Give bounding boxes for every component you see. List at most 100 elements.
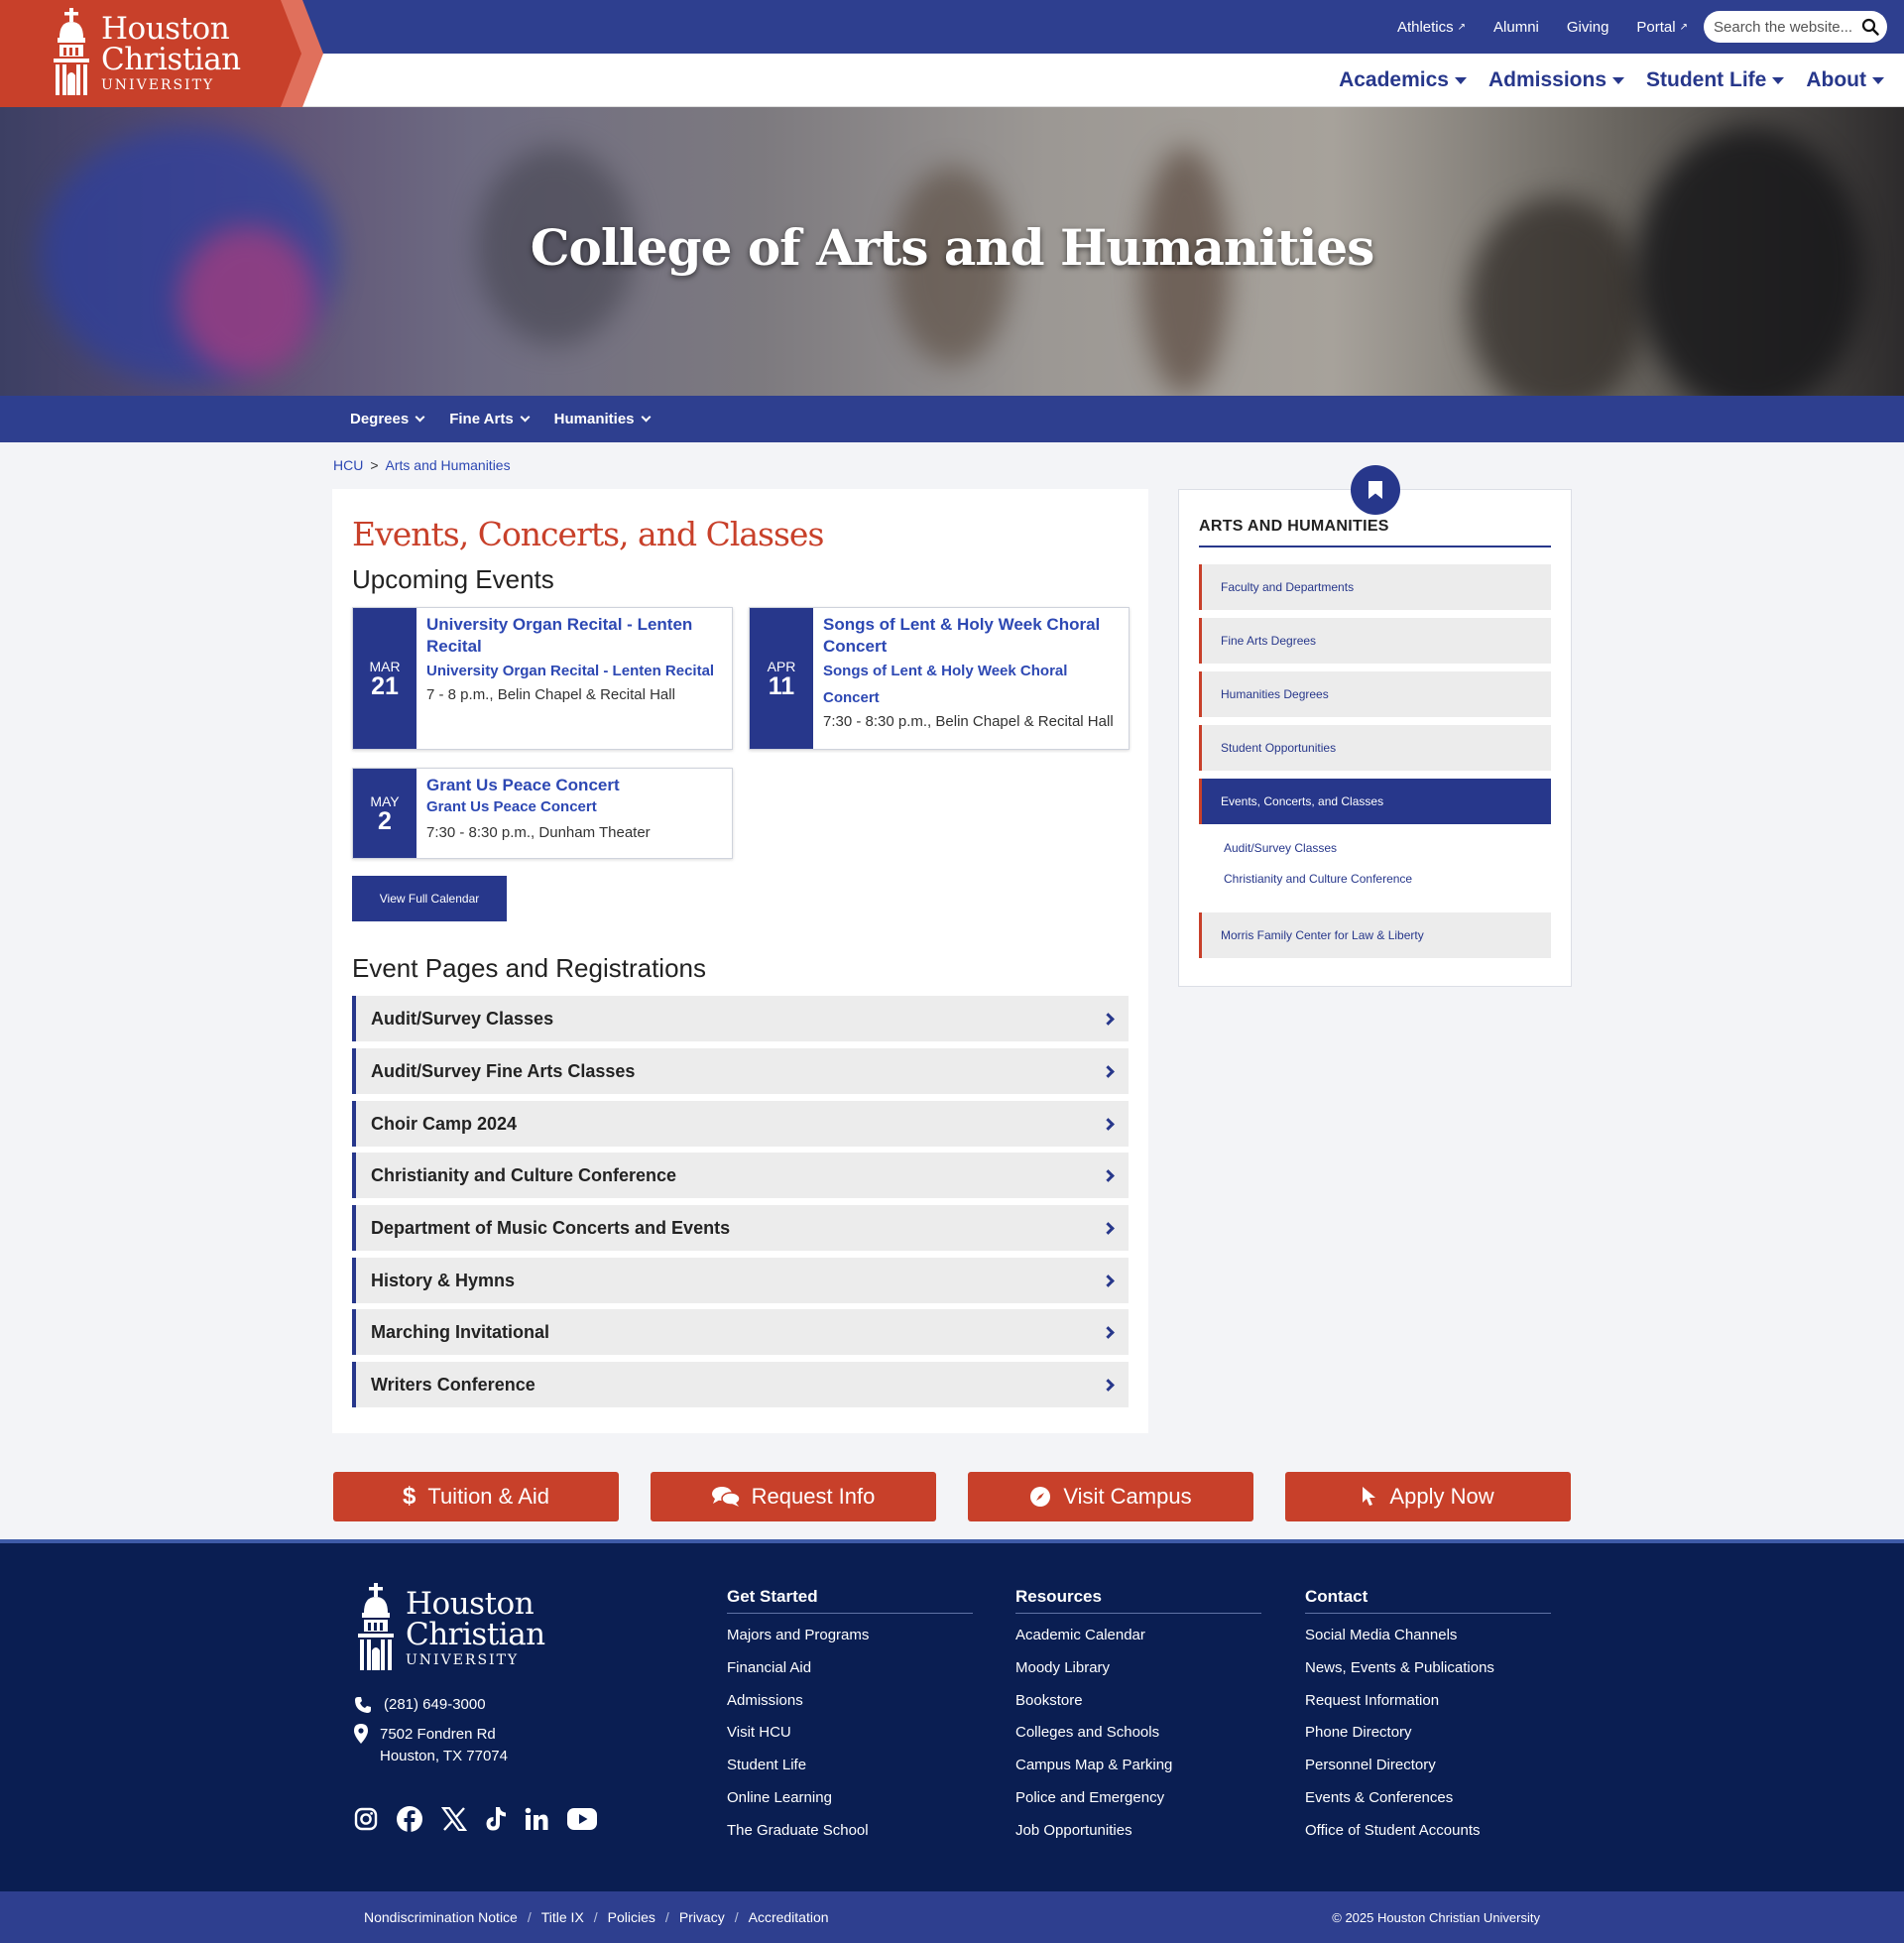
tuition-aid-button[interactable]: $ Tuition & Aid — [333, 1472, 619, 1521]
footer-col-heading: Contact — [1305, 1587, 1551, 1614]
subnav-fine-arts[interactable]: Fine Arts — [449, 411, 531, 427]
footer-link[interactable]: Office of Student Accounts — [1305, 1815, 1551, 1848]
chevron-down-icon — [415, 412, 425, 423]
visit-campus-button[interactable]: Visit Campus — [968, 1472, 1253, 1521]
footer-link[interactable]: Campus Map & Parking — [1015, 1750, 1261, 1782]
footer-link[interactable]: News, Events & Publications — [1305, 1652, 1551, 1685]
breadcrumb: HCU > Arts and Humanities — [333, 457, 511, 473]
footer-link[interactable]: Academic Calendar — [1015, 1620, 1261, 1652]
footer-col-get-started: Get Started Majors and Programs Financia… — [727, 1587, 973, 1848]
event-subtitle[interactable]: Songs of Lent & Holy Week Choral Concert — [823, 658, 1119, 711]
view-full-calendar-button[interactable]: View Full Calendar — [352, 876, 507, 921]
footer-link[interactable]: Police and Emergency — [1015, 1782, 1261, 1815]
site-logo[interactable]: Houston Christian UNIVERSITY — [0, 0, 327, 107]
accordion-item[interactable]: History & Hymns — [352, 1258, 1129, 1303]
instagram-icon[interactable] — [354, 1807, 378, 1831]
footer-link[interactable]: Social Media Channels — [1305, 1620, 1551, 1652]
event-title[interactable]: Grant Us Peace Concert — [426, 775, 722, 796]
search-input[interactable] — [1714, 18, 1852, 36]
facebook-icon[interactable] — [396, 1805, 423, 1833]
privacy-link[interactable]: Privacy — [679, 1909, 725, 1925]
x-icon[interactable] — [441, 1807, 467, 1831]
footer-link[interactable]: Online Learning — [727, 1782, 973, 1815]
nav-about[interactable]: About — [1806, 68, 1884, 92]
accordion-item[interactable]: Audit/Survey Classes — [352, 996, 1129, 1041]
caret-down-icon — [1872, 76, 1884, 84]
chevron-down-icon — [641, 412, 651, 423]
footer-link[interactable]: Student Life — [727, 1750, 973, 1782]
linkedin-icon[interactable] — [525, 1807, 548, 1831]
event-card[interactable]: MAR 21 University Organ Recital - Lenten… — [352, 607, 733, 750]
footer-link[interactable]: Request Information — [1305, 1685, 1551, 1718]
giving-link[interactable]: Giving — [1567, 19, 1609, 36]
footer-link[interactable]: Moody Library — [1015, 1652, 1261, 1685]
sidebar-item-events[interactable]: Events, Concerts, and Classes — [1199, 779, 1551, 824]
event-subtitle[interactable]: Grant Us Peace Concert — [426, 796, 722, 818]
sidebar-subitem-audit[interactable]: Audit/Survey Classes — [1224, 841, 1337, 855]
accordion-item[interactable]: Christianity and Culture Conference — [352, 1153, 1129, 1198]
apply-now-button[interactable]: Apply Now — [1285, 1472, 1571, 1521]
event-title[interactable]: University Organ Recital - Lenten Recita… — [426, 614, 722, 658]
athletics-link[interactable]: Athletics ↗ — [1397, 19, 1466, 36]
sidebar-item-faculty[interactable]: Faculty and Departments — [1199, 564, 1551, 610]
subnav-degrees[interactable]: Degrees — [350, 411, 425, 427]
legal-bar: Nondiscrimination Notice / Title IX / Po… — [0, 1891, 1904, 1943]
sidebar-item-morris-center[interactable]: Morris Family Center for Law & Liberty — [1199, 912, 1551, 958]
copyright: © 2025 Houston Christian University — [1332, 1909, 1540, 1925]
breadcrumb-home[interactable]: HCU — [333, 457, 363, 473]
accreditation-link[interactable]: Accreditation — [749, 1909, 829, 1925]
accordion-item[interactable]: Marching Invitational — [352, 1309, 1129, 1355]
accordion-item[interactable]: Audit/Survey Fine Arts Classes — [352, 1048, 1129, 1094]
tiktok-icon[interactable] — [485, 1806, 507, 1832]
footer-link[interactable]: The Graduate School — [727, 1815, 973, 1848]
footer-link[interactable]: Colleges and Schools — [1015, 1717, 1261, 1750]
external-link-icon: ↗ — [1679, 21, 1688, 33]
sidebar-subitem-christianity[interactable]: Christianity and Culture Conference — [1224, 872, 1412, 886]
footer-link[interactable]: Bookstore — [1015, 1685, 1261, 1718]
footer-link[interactable]: Admissions — [727, 1685, 973, 1718]
sidebar-item-fine-arts-degrees[interactable]: Fine Arts Degrees — [1199, 618, 1551, 664]
footer-logo[interactable]: Houston Christian UNIVERSITY — [354, 1583, 545, 1672]
section-subnav: Degrees Fine Arts Humanities — [0, 396, 1904, 442]
subnav-humanities[interactable]: Humanities — [554, 411, 651, 427]
footer-link[interactable]: Job Opportunities — [1015, 1815, 1261, 1848]
chevron-right-icon — [1102, 1168, 1115, 1182]
sidebar-item-humanities-degrees[interactable]: Humanities Degrees — [1199, 671, 1551, 717]
portal-link[interactable]: Portal ↗ — [1636, 19, 1688, 36]
alumni-link[interactable]: Alumni — [1493, 19, 1539, 36]
chevron-right-icon — [1102, 1012, 1115, 1026]
footer-link[interactable]: Visit HCU — [727, 1717, 973, 1750]
event-title[interactable]: Songs of Lent & Holy Week Choral Concert — [823, 614, 1119, 658]
footer-phone[interactable]: (281) 649-3000 — [354, 1696, 486, 1714]
title-ix-link[interactable]: Title IX — [541, 1909, 584, 1925]
chapel-tower-icon — [354, 1583, 398, 1672]
footer-link[interactable]: Phone Directory — [1305, 1717, 1551, 1750]
event-subtitle[interactable]: University Organ Recital - Lenten Recita… — [426, 658, 722, 684]
sidebar-item-student-opportunities[interactable]: Student Opportunities — [1199, 725, 1551, 771]
policies-link[interactable]: Policies — [608, 1909, 655, 1925]
youtube-icon[interactable] — [566, 1807, 598, 1831]
event-card[interactable]: MAY 2 Grant Us Peace Concert Grant Us Pe… — [352, 768, 733, 859]
nav-academics[interactable]: Academics — [1339, 68, 1467, 92]
footer-link[interactable]: Personnel Directory — [1305, 1750, 1551, 1782]
nav-student-life[interactable]: Student Life — [1646, 68, 1785, 92]
breadcrumb-current[interactable]: Arts and Humanities — [386, 457, 511, 473]
nav-admissions[interactable]: Admissions — [1488, 68, 1625, 92]
footer-link[interactable]: Events & Conferences — [1305, 1782, 1551, 1815]
event-card[interactable]: APR 11 Songs of Lent & Holy Week Choral … — [749, 607, 1130, 750]
footer-link[interactable]: Majors and Programs — [727, 1620, 973, 1652]
accordion-item[interactable]: Department of Music Concerts and Events — [352, 1205, 1129, 1251]
accordion-item[interactable]: Writers Conference — [352, 1362, 1129, 1407]
search-icon[interactable] — [1861, 18, 1879, 36]
request-info-button[interactable]: Request Info — [651, 1472, 936, 1521]
logo-wordmark: Houston Christian UNIVERSITY — [406, 1585, 545, 1668]
logo-wordmark: Houston Christian UNIVERSITY — [101, 10, 241, 93]
phone-icon — [354, 1696, 372, 1714]
registrations-heading: Event Pages and Registrations — [352, 953, 706, 983]
footer-col-heading: Resources — [1015, 1587, 1261, 1614]
footer-link[interactable]: Financial Aid — [727, 1652, 973, 1685]
caret-down-icon — [1454, 76, 1467, 84]
compass-icon — [1029, 1486, 1051, 1508]
nondiscrimination-link[interactable]: Nondiscrimination Notice — [364, 1909, 518, 1925]
accordion-item[interactable]: Choir Camp 2024 — [352, 1101, 1129, 1147]
